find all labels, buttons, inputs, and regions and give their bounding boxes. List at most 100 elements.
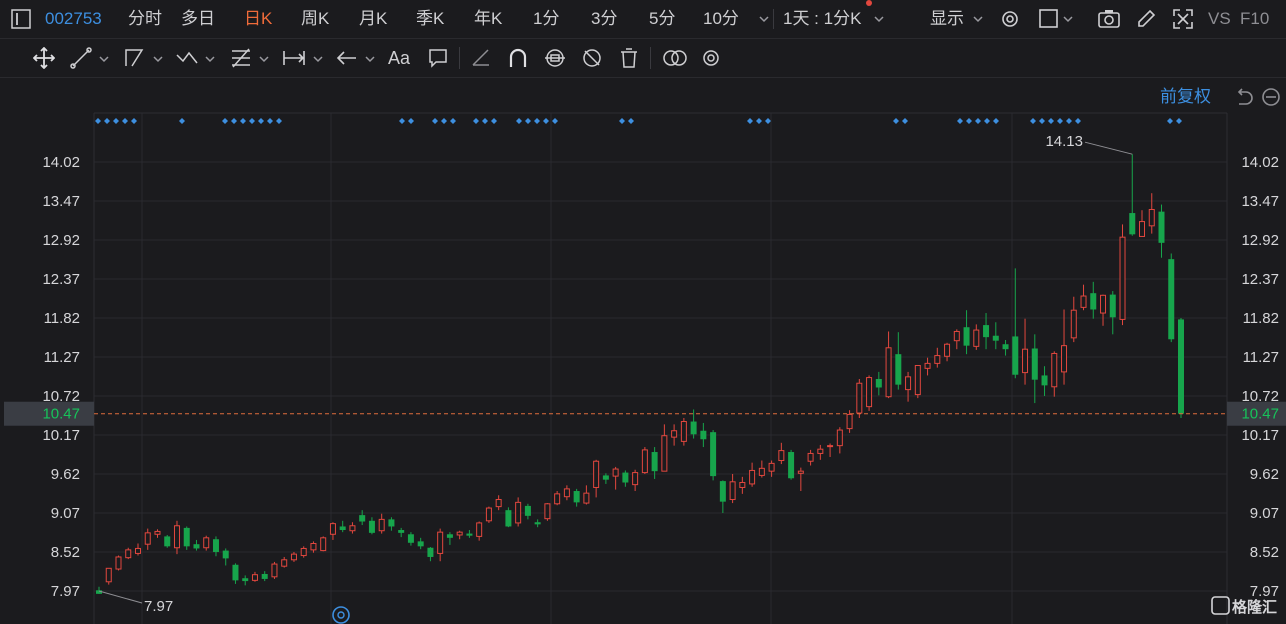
chevron-down-icon[interactable] bbox=[758, 12, 770, 30]
chevron-down-icon[interactable] bbox=[364, 52, 376, 70]
event-marker-icon bbox=[747, 118, 753, 124]
gear-icon[interactable] bbox=[999, 8, 1021, 35]
divider bbox=[459, 47, 460, 69]
hide-icon[interactable] bbox=[581, 47, 603, 74]
current-price-label: 10.47 bbox=[42, 406, 80, 423]
candle-body bbox=[983, 325, 990, 338]
candle-body bbox=[173, 525, 180, 549]
square-icon[interactable] bbox=[1038, 8, 1060, 35]
kline-chart[interactable]: 14.0213.4712.9212.3711.8211.2710.7210.17… bbox=[0, 80, 1286, 624]
event-marker-icon bbox=[179, 118, 185, 124]
period-tab-fenshi[interactable]: 分时 bbox=[128, 0, 162, 38]
line-tool-icon[interactable] bbox=[70, 47, 92, 74]
chevron-down-icon[interactable] bbox=[873, 12, 885, 30]
move-icon[interactable] bbox=[32, 46, 56, 74]
fibonacci-tool-icon[interactable] bbox=[230, 47, 252, 74]
price-tick-label: 9.07 bbox=[51, 505, 80, 522]
camera-icon[interactable] bbox=[1097, 8, 1121, 35]
chevron-down-icon[interactable] bbox=[1062, 12, 1074, 30]
period-tab-3min[interactable]: 3分 bbox=[591, 0, 617, 38]
period-tab-5min[interactable]: 5分 bbox=[649, 0, 675, 38]
f10-button[interactable]: F10 bbox=[1240, 0, 1269, 38]
chevron-down-icon[interactable] bbox=[98, 52, 110, 70]
max-annotation-line bbox=[1084, 141, 1133, 155]
stock-code[interactable]: 002753 bbox=[45, 0, 102, 38]
period-tab-weekly-k[interactable]: 周K bbox=[301, 0, 329, 38]
event-marker-icon bbox=[525, 118, 531, 124]
period-tab-1min[interactable]: 1分 bbox=[533, 0, 559, 38]
watermark-logo-icon bbox=[1211, 596, 1230, 615]
price-tick-label: 9.07 bbox=[1250, 505, 1279, 522]
arrow-tool-icon[interactable] bbox=[336, 47, 358, 74]
fullscreen-icon[interactable] bbox=[1172, 8, 1194, 35]
chevron-down-icon[interactable] bbox=[312, 52, 324, 70]
period-tab-multi-day[interactable]: 多日 bbox=[181, 0, 215, 38]
event-marker-icon bbox=[984, 118, 990, 124]
event-marker-icon bbox=[957, 118, 963, 124]
vs-button[interactable]: VS bbox=[1208, 0, 1231, 38]
trash-icon[interactable] bbox=[618, 47, 640, 74]
candle-body bbox=[310, 542, 317, 551]
text-tool[interactable]: Aa bbox=[388, 39, 410, 77]
event-marker-icon bbox=[491, 118, 497, 124]
chevron-down-icon[interactable] bbox=[204, 52, 216, 70]
candle-body bbox=[544, 503, 551, 520]
period-tab-quarterly-k[interactable]: 季K bbox=[416, 0, 444, 38]
event-marker-icon bbox=[104, 118, 110, 124]
candle-body bbox=[115, 556, 122, 570]
range-tool-icon[interactable] bbox=[282, 47, 306, 74]
price-tick-label: 12.37 bbox=[1241, 271, 1279, 288]
candle-body bbox=[992, 335, 999, 341]
event-marker-icon bbox=[619, 118, 625, 124]
candle-body bbox=[680, 421, 687, 442]
candle-body bbox=[1148, 209, 1155, 227]
candle-body bbox=[534, 522, 541, 525]
candle-body bbox=[1031, 348, 1038, 380]
period-tab-daily-k[interactable]: 日K bbox=[244, 0, 272, 38]
candle-body bbox=[710, 432, 717, 477]
candle-body bbox=[290, 553, 297, 561]
candle-body bbox=[378, 518, 385, 532]
gear-icon[interactable] bbox=[700, 47, 722, 74]
divider bbox=[650, 47, 651, 69]
period-tab-monthly-k[interactable]: 月K bbox=[359, 0, 387, 38]
candle-body bbox=[593, 460, 600, 488]
compare-icon[interactable] bbox=[662, 47, 688, 74]
candle-body bbox=[739, 482, 746, 488]
period-tab-10min[interactable]: 10分 bbox=[703, 0, 739, 38]
chevron-down-icon[interactable] bbox=[258, 52, 270, 70]
candle-body bbox=[125, 549, 132, 559]
wave-tool-icon[interactable] bbox=[175, 47, 201, 74]
note-icon[interactable] bbox=[427, 47, 449, 74]
eraser-icon[interactable] bbox=[470, 47, 492, 74]
candle-body bbox=[300, 547, 307, 557]
candle-body bbox=[788, 452, 795, 479]
candle-body bbox=[388, 519, 395, 527]
polyline-tool-icon[interactable] bbox=[123, 47, 145, 74]
magnet-icon[interactable] bbox=[507, 47, 529, 74]
panel-icon[interactable] bbox=[11, 9, 31, 29]
candle-body bbox=[797, 470, 804, 474]
candle-body bbox=[690, 421, 697, 435]
watermark-text: 格隆汇 bbox=[1232, 598, 1277, 616]
candle-body bbox=[768, 462, 775, 472]
candle-body bbox=[602, 475, 609, 480]
pencil-icon[interactable] bbox=[1135, 8, 1157, 35]
display-menu[interactable]: 显示 bbox=[930, 0, 964, 38]
event-marker-icon bbox=[222, 118, 228, 124]
price-tick-label: 8.52 bbox=[1250, 544, 1279, 561]
candle-body bbox=[105, 567, 112, 583]
interval-select[interactable]: 1天 : 1分K bbox=[783, 0, 861, 38]
candle-body bbox=[1080, 295, 1087, 308]
candle-body bbox=[573, 491, 580, 503]
candle-body bbox=[671, 430, 678, 438]
price-tick-label: 11.27 bbox=[1243, 349, 1279, 366]
event-marker-icon bbox=[1057, 118, 1063, 124]
period-tab-yearly-k[interactable]: 年K bbox=[474, 0, 502, 38]
sync-icon[interactable] bbox=[543, 47, 567, 74]
price-axis-right: 14.0213.4712.9212.3711.8211.2710.7210.17… bbox=[1241, 154, 1279, 600]
chevron-down-icon[interactable] bbox=[972, 12, 984, 30]
chevron-down-icon[interactable] bbox=[152, 52, 164, 70]
candle-body bbox=[1061, 345, 1068, 373]
price-tick-label: 8.52 bbox=[51, 544, 80, 561]
